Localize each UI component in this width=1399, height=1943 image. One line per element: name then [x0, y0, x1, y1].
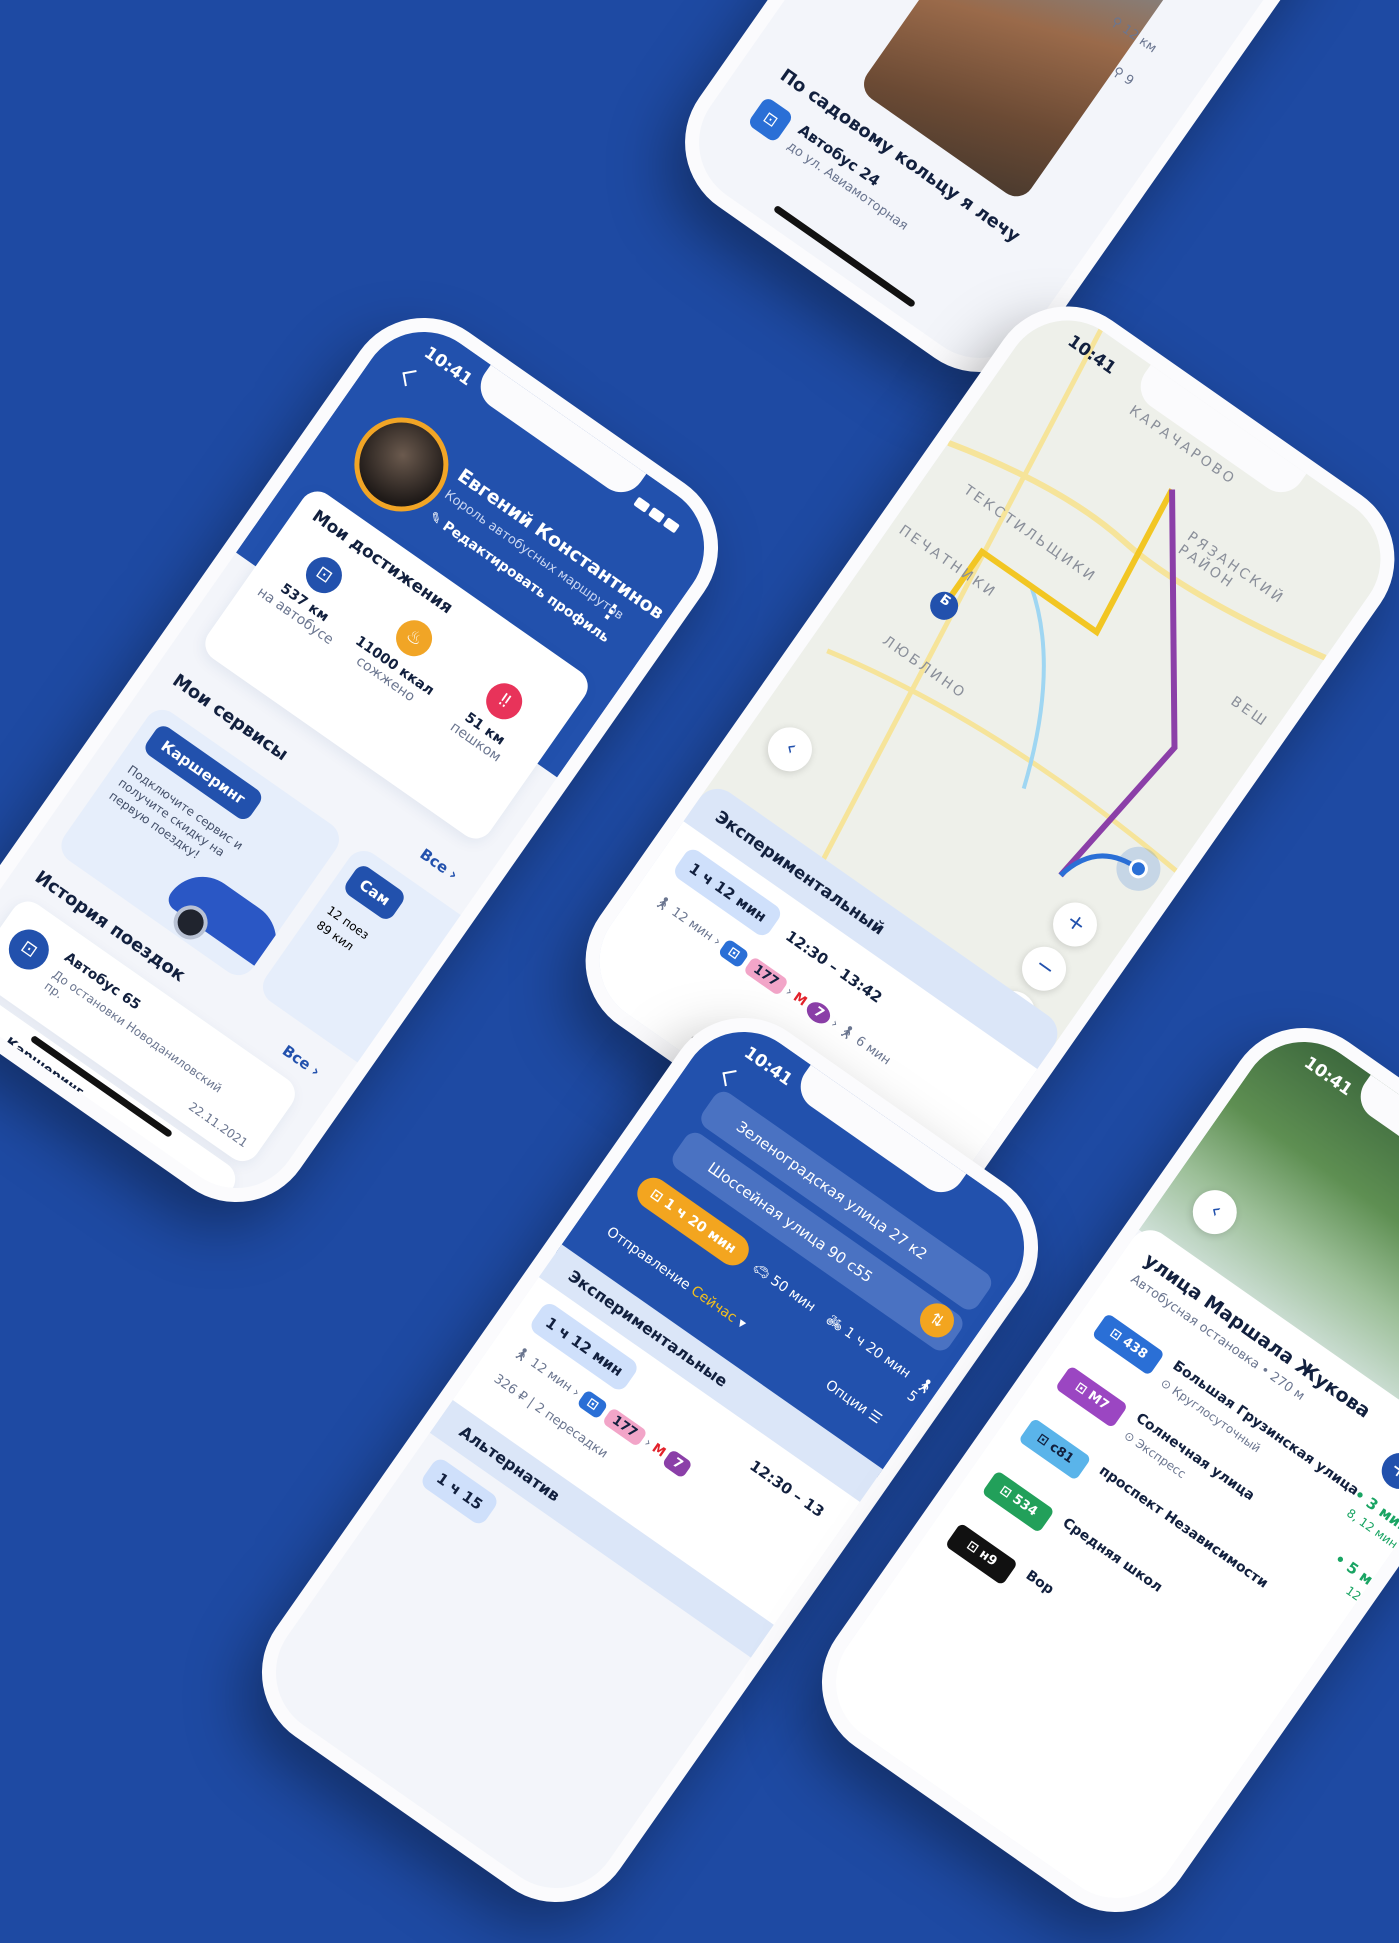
trip-detail: До остановки Новоданиловский пр.	[41, 967, 225, 1096]
walk-icon: 🚶︎	[510, 1343, 533, 1366]
walk-time: 6 мин	[852, 1033, 894, 1069]
flame-icon: ♨	[389, 613, 440, 664]
scooter-badge: Сам	[341, 862, 408, 924]
bus-icon: ⊡	[717, 937, 751, 969]
metro-line: 7	[661, 1449, 694, 1479]
bus-icon: ⊡	[746, 95, 795, 144]
services-all-label: Все	[416, 844, 452, 878]
route-number: 438	[1119, 1334, 1151, 1363]
history-all-link[interactable]: Все ›	[279, 1042, 324, 1081]
route-badge: ⊡ 438	[1091, 1312, 1165, 1376]
walk-icon: 🚶︎	[651, 892, 674, 915]
bus-number: 177	[601, 1406, 648, 1448]
bus-icon: ⊡	[298, 550, 350, 601]
back-icon[interactable]	[402, 370, 419, 387]
news-screen: на По садовому кольцу я лечу ⊡ Автобус 2…	[673, 0, 1347, 384]
route-number: 534	[1009, 1491, 1041, 1520]
bus-icon: ⊡	[576, 1388, 609, 1420]
footsteps-icon: ‼	[479, 676, 530, 727]
car-illustration	[164, 861, 292, 972]
route-number: с81	[1046, 1439, 1077, 1467]
trip-date: 21.11.2021	[126, 1184, 191, 1214]
services-all-link[interactable]: Все ›	[417, 845, 462, 884]
walk-time: 12 мин	[527, 1355, 575, 1396]
road	[826, 648, 1178, 873]
walk-time: 12 мин	[668, 904, 716, 945]
add-favorite-button[interactable]: +	[1374, 1445, 1399, 1497]
profile-screen: 10:41 Евгений Константинов Король автобу…	[0, 306, 730, 1214]
route-eta-next: 12	[1343, 1583, 1364, 1604]
bus-icon: ⊡	[0, 921, 57, 978]
bus-number: 177	[742, 955, 789, 997]
back-icon[interactable]	[722, 1070, 739, 1087]
history-all-label: Все	[278, 1041, 315, 1074]
metro-line: 7	[803, 998, 835, 1028]
profile-phone: 10:41 Евгений Константинов Король автобу…	[0, 287, 749, 1233]
